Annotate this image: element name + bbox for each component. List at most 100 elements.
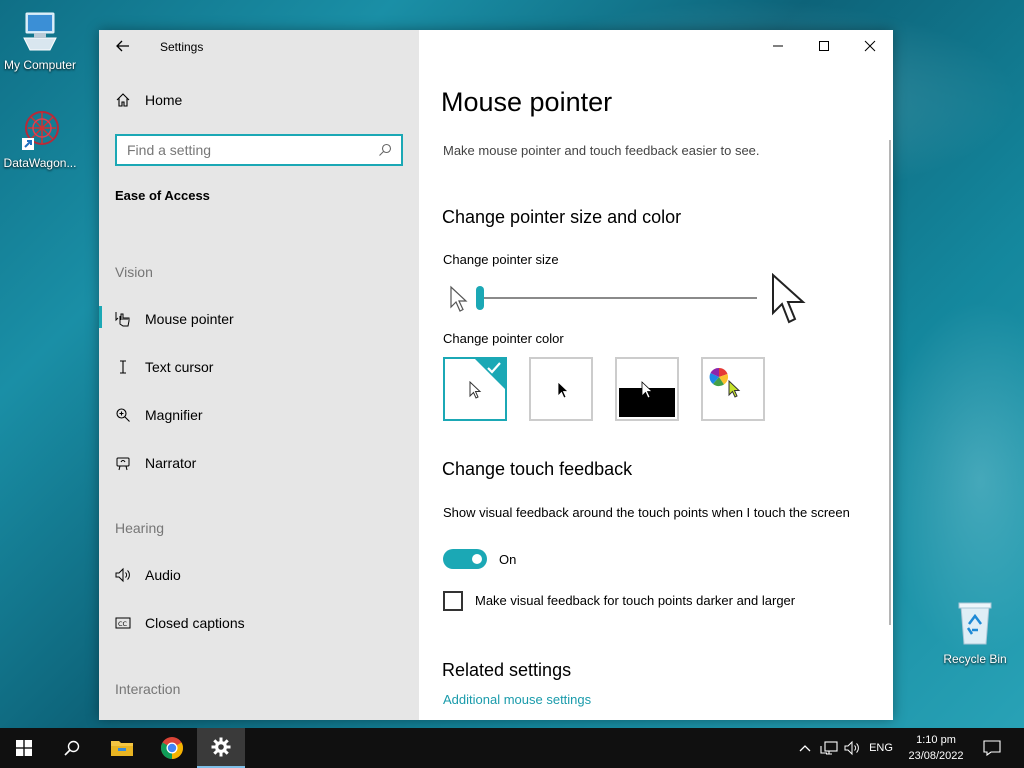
chrome-button[interactable] — [148, 728, 196, 768]
sidebar-item-label: Audio — [145, 567, 181, 583]
narrator-icon — [116, 457, 130, 471]
checkmark-icon — [487, 362, 501, 374]
mouse-pointer-hand-icon — [115, 312, 130, 327]
sidebar-item-magnifier[interactable]: Magnifier — [115, 403, 203, 427]
pointer-color-white-option[interactable] — [443, 357, 507, 421]
section-heading-touch: Change touch feedback — [442, 459, 633, 479]
clock-time: 1:10 pm — [916, 734, 956, 746]
svg-text:CC: CC — [118, 620, 128, 628]
start-button[interactable] — [0, 728, 48, 768]
pointer-color-label: Change pointer color — [443, 331, 564, 346]
small-pointer-icon — [450, 285, 468, 312]
clock[interactable]: 1:10 pm 23/08/2022 — [896, 732, 976, 764]
computer-icon — [23, 12, 57, 51]
sidebar-item-narrator[interactable]: Narrator — [115, 451, 196, 475]
sidebar-item-label: Text cursor — [145, 359, 214, 375]
pointer-size-track[interactable] — [481, 297, 757, 299]
sidebar-item-label: Closed captions — [145, 615, 245, 631]
section-heading-size-color: Change pointer size and color — [442, 207, 682, 227]
settings-sidebar: Settings Home Ease of Access Vision — [99, 30, 419, 720]
pointer-size-label: Change pointer size — [443, 252, 559, 267]
volume-icon — [844, 740, 859, 756]
settings-content: Mouse pointer Make mouse pointer and tou… — [419, 30, 893, 720]
custom-pointer-icon — [728, 380, 741, 398]
close-icon — [864, 40, 876, 52]
clock-date: 23/08/2022 — [908, 750, 964, 762]
sidebar-item-label: Home — [145, 92, 183, 108]
touch-feedback-toggle[interactable] — [443, 549, 487, 569]
minimize-button[interactable] — [755, 30, 801, 62]
network-icon — [820, 741, 838, 755]
search-icon — [64, 740, 80, 756]
desktop-icon-recycle-bin[interactable]: Recycle Bin — [935, 600, 1015, 666]
white-pointer-icon — [469, 381, 482, 399]
gear-icon — [211, 737, 231, 757]
sidebar-item-closed-captions[interactable]: CC Closed captions — [115, 611, 245, 635]
desktop-icon-my-computer[interactable]: My Computer — [0, 10, 80, 72]
settings-window: Settings Home Ease of Access Vision — [99, 30, 893, 720]
closed-captions-icon: CC — [115, 617, 131, 629]
chevron-up-icon — [799, 745, 811, 752]
sidebar-item-label: Narrator — [145, 455, 197, 471]
page-description: Make mouse pointer and touch feedback ea… — [443, 143, 760, 158]
notifications-button[interactable] — [980, 728, 1004, 768]
sidebar-item-mouse-pointer[interactable]: Mouse pointer — [115, 307, 234, 331]
file-explorer-button[interactable] — [98, 728, 146, 768]
inverted-pointer-icon — [641, 381, 654, 399]
pointer-color-black-option[interactable] — [529, 357, 593, 421]
desktop-icon-label: DataWagon... — [3, 156, 77, 170]
tray-overflow-button[interactable] — [794, 728, 816, 768]
sidebar-item-home[interactable]: Home — [115, 92, 182, 108]
notification-icon — [983, 740, 1001, 756]
back-button[interactable] — [113, 37, 133, 55]
minimize-icon — [773, 45, 783, 47]
darker-feedback-label: Make visual feedback for touch points da… — [475, 593, 796, 608]
scrollbar[interactable] — [889, 140, 891, 625]
large-pointer-icon — [772, 273, 806, 324]
taskbar-search-button[interactable] — [48, 728, 96, 768]
window-controls — [755, 30, 893, 62]
color-wheel-icon — [709, 367, 729, 387]
touch-feedback-description: Show visual feedback around the touch po… — [443, 505, 850, 520]
windows-logo-icon — [16, 740, 32, 756]
additional-mouse-settings-link[interactable]: Additional mouse settings — [443, 692, 591, 707]
toggle-knob — [472, 554, 482, 564]
close-button[interactable] — [847, 30, 893, 62]
section-heading-related: Related settings — [442, 660, 572, 680]
back-arrow-icon — [116, 40, 129, 52]
text-cursor-icon — [120, 360, 126, 374]
language-indicator[interactable]: ENG — [866, 728, 896, 768]
search-icon[interactable] — [377, 142, 393, 158]
app-title: Settings — [160, 40, 204, 54]
group-label-hearing: Hearing — [115, 520, 165, 536]
magnifier-icon — [116, 408, 130, 422]
maximize-icon — [819, 41, 829, 51]
desktop-icon-datawagon[interactable]: DataWagon... — [0, 108, 80, 170]
taskbar: ENG 1:10 pm 23/08/2022 — [0, 728, 1024, 768]
chrome-icon — [161, 737, 183, 759]
volume-button[interactable] — [842, 728, 864, 768]
datawagon-logo-icon — [22, 111, 59, 150]
selected-indicator — [99, 306, 102, 328]
black-pointer-icon — [557, 381, 570, 399]
folder-icon — [111, 741, 133, 756]
group-label-vision: Vision — [115, 264, 153, 280]
settings-taskbar-button[interactable] — [197, 728, 245, 768]
search-input[interactable] — [117, 136, 367, 164]
group-label-interaction: Interaction — [115, 681, 181, 697]
sidebar-item-label: Mouse pointer — [145, 311, 234, 327]
pointer-color-custom-option[interactable] — [701, 357, 765, 421]
recycle-bin-icon — [958, 602, 992, 645]
pointer-color-inverted-option[interactable] — [615, 357, 679, 421]
maximize-button[interactable] — [801, 30, 847, 62]
speaker-icon — [115, 567, 130, 583]
home-icon — [116, 93, 130, 107]
darker-feedback-checkbox[interactable] — [443, 591, 463, 611]
sidebar-item-text-cursor[interactable]: Text cursor — [115, 355, 213, 379]
sidebar-item-audio[interactable]: Audio — [115, 563, 181, 587]
title-bar: Settings — [99, 30, 419, 62]
pointer-size-slider-thumb[interactable] — [476, 286, 484, 310]
sidebar-item-label: Magnifier — [145, 407, 203, 423]
desktop-icon-label: Recycle Bin — [943, 652, 1007, 666]
network-button[interactable] — [818, 728, 840, 768]
